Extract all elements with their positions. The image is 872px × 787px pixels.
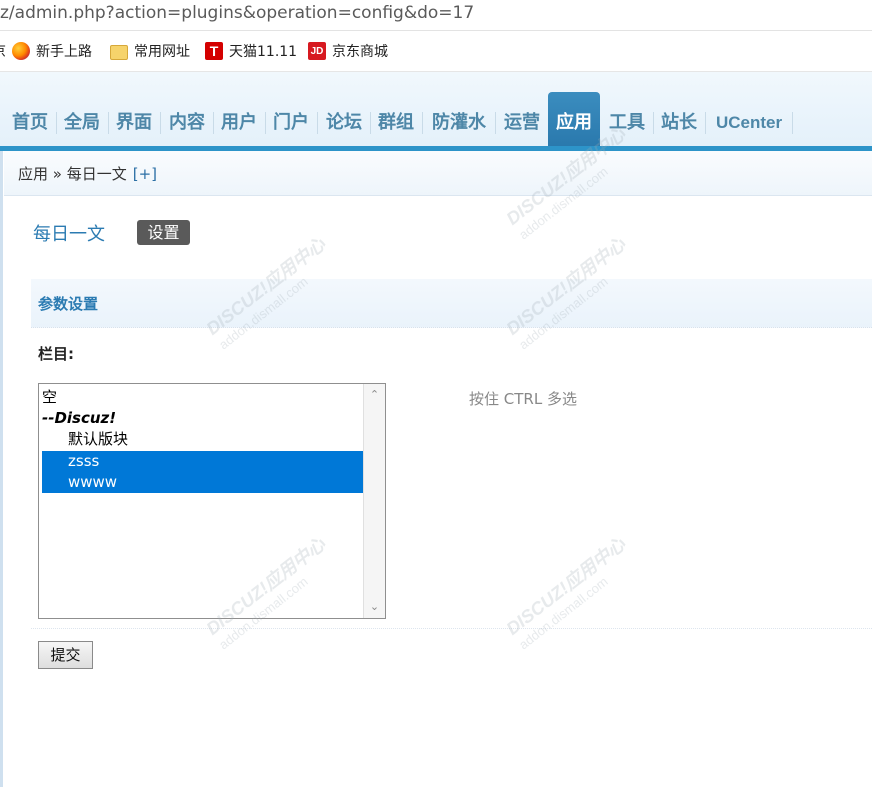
breadcrumb-text: 应用 » 每日一文 [+] [18,163,157,184]
list-option-selected[interactable]: wwww [42,472,363,493]
list-option-text: wwww [68,473,118,491]
nav-item-home[interactable]: 首页 [8,104,52,144]
bookmark-label: 常用网址 [134,44,190,60]
nav-separator [56,112,57,134]
list-option[interactable]: 默认版块 [42,429,363,450]
settings-tab-button[interactable]: 设置 [137,220,190,245]
left-frame-line [0,151,3,787]
nav-item-portal[interactable]: 门户 [269,104,313,144]
bookmark-common-sites[interactable]: 常用网址 [110,40,190,62]
column-field-label: 栏目: [38,345,74,363]
nav-separator [370,112,371,134]
breadcrumb-path: 应用 » 每日一文 [18,165,127,183]
column-multiselect[interactable]: 空 --Discuz! 默认版块 zsss wwww ⌃ ⌄ [38,383,386,619]
list-option-text: zsss [68,452,100,470]
nav-item-users[interactable]: 用户 [217,104,261,144]
nav-item-apps[interactable]: 应用 [548,104,600,144]
nav-item-antispam[interactable]: 防灌水 [426,104,492,144]
nav-item-groups[interactable]: 群组 [374,104,418,144]
address-url[interactable]: z/admin.php?action=plugins&operation=con… [0,0,474,27]
tmall-icon: T [205,42,223,60]
list-option-text: --Discuz! [42,409,117,427]
nav-separator [213,112,214,134]
nav-item-operations[interactable]: 运营 [499,104,545,144]
scroll-down-icon[interactable]: ⌄ [364,598,385,616]
section-title: 参数设置 [38,295,99,313]
nav-separator [317,112,318,134]
bookmark-label: 天猫11.11 [229,44,298,60]
nav-separator [495,112,496,134]
bookmark-edge-label: 京 [0,41,6,61]
nav-item-tools[interactable]: 工具 [604,104,650,144]
nav-item-webmaster[interactable]: 站长 [657,104,701,144]
scroll-up-icon[interactable]: ⌃ [364,386,385,404]
bookmark-label: 京东商城 [332,44,388,60]
bookmark-tmall[interactable]: T 天猫11.11 [205,40,297,62]
address-bar[interactable]: z/admin.php?action=plugins&operation=con… [0,0,872,31]
folder-icon [110,44,128,60]
breadcrumb-add-button[interactable]: [+] [133,165,157,183]
watermark-brand: DISCUZ!应用中心 [502,533,630,639]
bookmark-newbie[interactable]: 新手上路 [12,40,92,62]
listbox-scrollbar[interactable]: ⌃ ⌄ [363,384,385,618]
bookmark-jd[interactable]: JD 京东商城 [308,40,388,62]
submit-button[interactable]: 提交 [38,641,93,669]
nav-item-ucenter[interactable]: UCenter [709,104,789,144]
list-option[interactable]: 空 [42,387,363,408]
nav-separator [792,112,793,134]
nav-separator [108,112,109,134]
nav-item-interface[interactable]: 界面 [112,104,156,144]
bookmark-edge[interactable]: 京 [0,40,6,62]
nav-separator [160,112,161,134]
nav-item-content[interactable]: 内容 [164,104,210,144]
nav-separator [265,112,266,134]
list-option-text: 默认版块 [68,430,129,448]
firefox-icon [12,42,30,60]
nav-separator [422,112,423,134]
watermark: DISCUZ!应用中心 addon.dismall.com [500,531,640,653]
nav-item-forum[interactable]: 论坛 [321,104,367,144]
bookmarks-bar: 京 新手上路 常用网址 T 天猫11.11 JD 京东商城 [0,31,872,72]
multiselect-hint: 按住 CTRL 多选 [469,390,577,408]
list-option-text: 空 [42,388,58,406]
list-option[interactable]: --Discuz! [42,408,363,429]
watermark-site: addon.dismall.com [516,573,611,653]
nav-item-global[interactable]: 全局 [60,104,104,144]
nav-separator [705,112,706,134]
jd-icon: JD [308,42,326,60]
bookmark-label: 新手上路 [36,44,92,60]
breadcrumb: 应用 » 每日一文 [+] [4,151,872,196]
nav-separator [653,112,654,134]
form-divider [31,628,872,629]
list-option-selected[interactable]: zsss [42,451,363,472]
section-header: 参数设置 [31,279,872,328]
plugin-title-link[interactable]: 每日一文 [33,220,105,246]
